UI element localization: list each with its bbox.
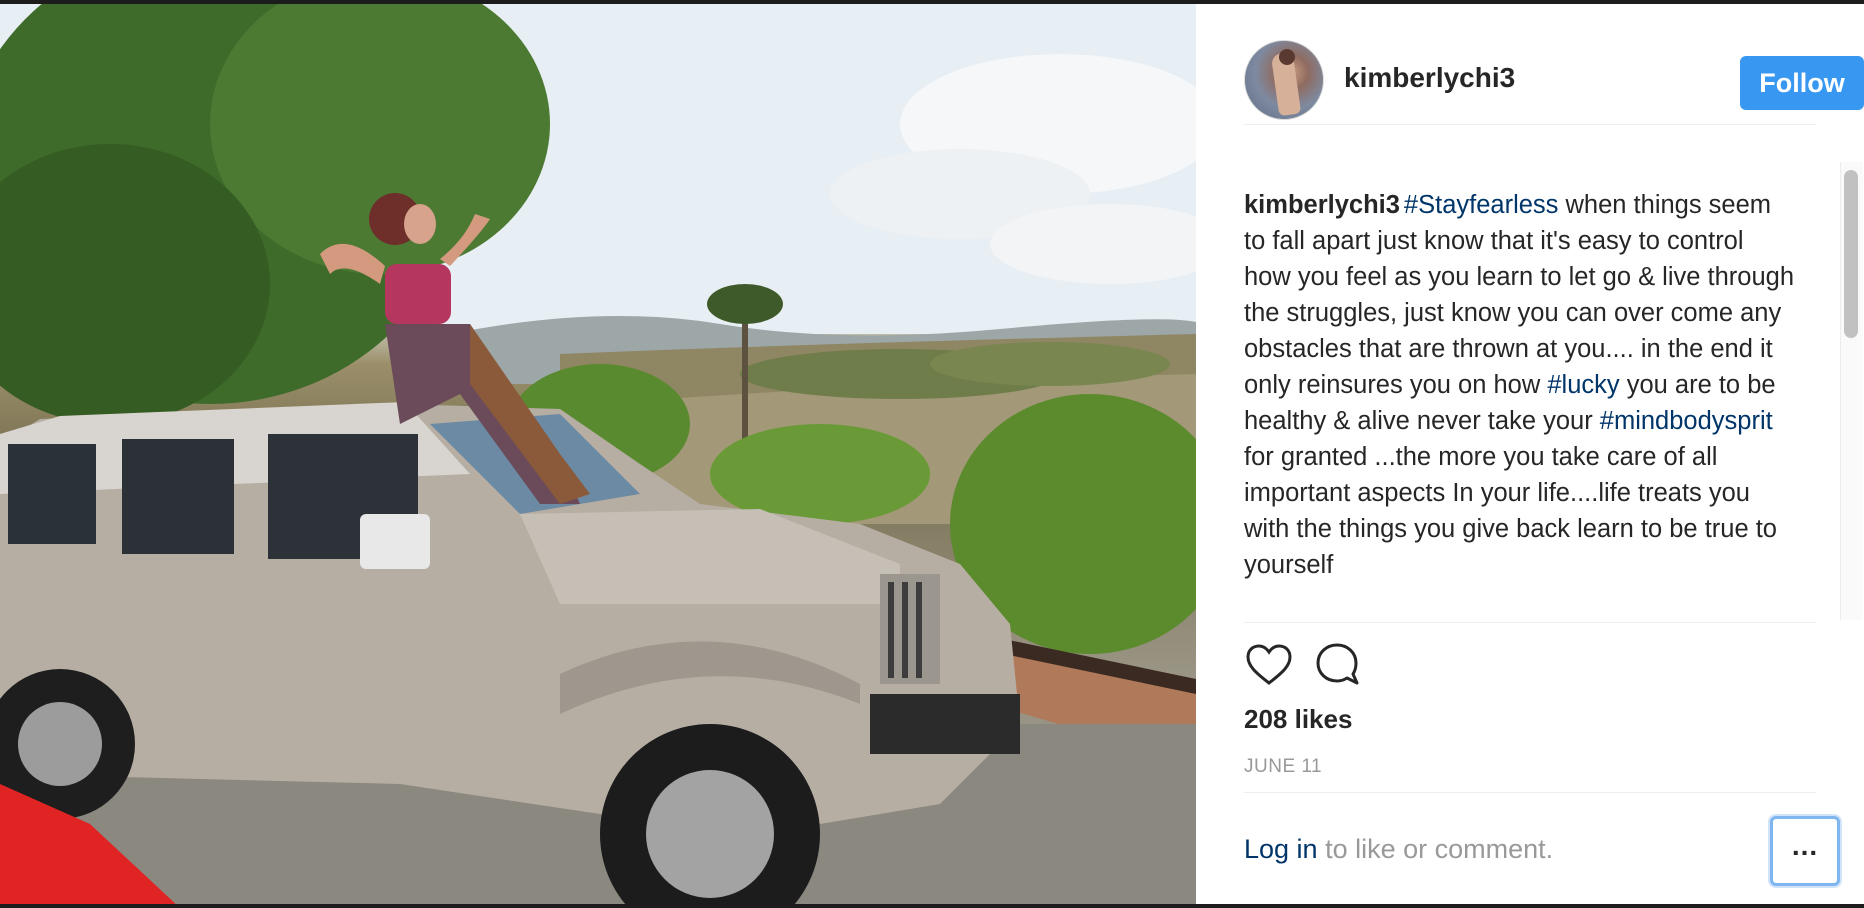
- hashtag-link[interactable]: #mindbodysprit: [1600, 407, 1773, 435]
- follow-button[interactable]: Follow: [1740, 56, 1864, 110]
- bottom-edge: [0, 904, 1864, 908]
- login-prompt-text: to like or comment.: [1317, 834, 1554, 864]
- post-header: kimberlychi3 Follow: [1244, 40, 1864, 125]
- comment-icon[interactable]: [1312, 640, 1362, 690]
- avatar[interactable]: [1244, 40, 1324, 120]
- caption-segment: when things seem to fall apart just know…: [1244, 191, 1795, 399]
- caption-text: kimberlychi3 #Stayfearless when things se…: [1244, 187, 1816, 583]
- ellipsis-icon: ...: [1791, 830, 1819, 861]
- hashtag-link[interactable]: #Stayfearless: [1404, 191, 1559, 219]
- action-bar: [1244, 640, 1444, 690]
- caption-username-link[interactable]: kimberlychi3: [1244, 191, 1400, 219]
- post-details-panel: kimberlychi3 Follow kimberlychi3 #Stayfea…: [1196, 4, 1864, 904]
- post-date[interactable]: JUNE 11: [1244, 756, 1322, 778]
- post-photo[interactable]: [0, 4, 1196, 904]
- likes-count[interactable]: 208 likes: [1244, 704, 1352, 735]
- login-prompt: Log in to like or comment.: [1244, 834, 1553, 865]
- caption-segment: for granted ...the more you take care of…: [1244, 443, 1777, 579]
- more-options-button[interactable]: ...: [1770, 816, 1840, 886]
- heart-icon[interactable]: [1244, 640, 1294, 690]
- caption-scroll-area[interactable]: kimberlychi3 #Stayfearless when things se…: [1244, 152, 1816, 623]
- photo-image: [0, 4, 1196, 904]
- hashtag-link[interactable]: #lucky: [1547, 371, 1619, 399]
- username-link[interactable]: kimberlychi3: [1344, 62, 1515, 94]
- divider: [1244, 792, 1816, 793]
- avatar-head: [1279, 49, 1295, 65]
- caption-scrollbar-thumb[interactable]: [1844, 170, 1858, 338]
- login-link[interactable]: Log in: [1244, 834, 1318, 864]
